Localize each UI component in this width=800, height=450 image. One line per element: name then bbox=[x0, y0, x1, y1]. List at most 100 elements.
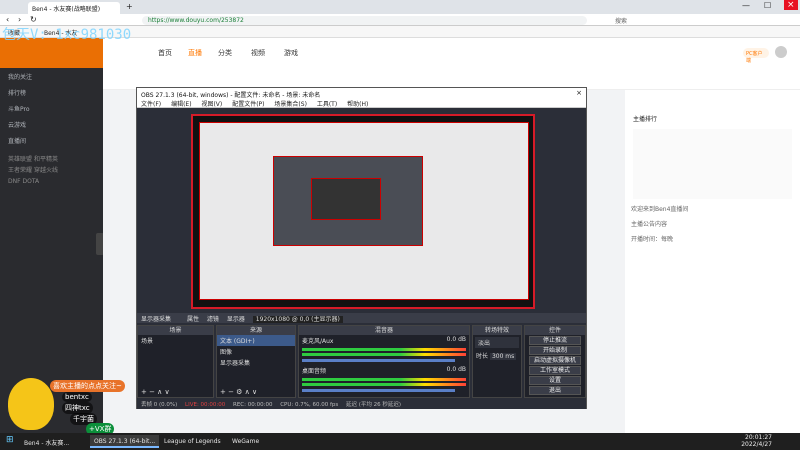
forward-icon[interactable]: › bbox=[18, 15, 21, 24]
virtual-camera-button[interactable]: 启动虚拟摄像机 bbox=[529, 356, 581, 365]
obs-menu-bar: 文件(F) 编辑(E) 视图(V) 配置文件(P) 场景集合(S) 工具(T) … bbox=[137, 98, 586, 108]
refresh-icon[interactable]: ↻ bbox=[30, 15, 37, 24]
pc-client-button[interactable]: PC客户端 bbox=[743, 48, 769, 64]
obs-close-icon[interactable]: × bbox=[576, 89, 582, 97]
duration-row: 时长 300 ms bbox=[473, 350, 521, 361]
mixer-channel: 麦克风/Aux 0.0 dB bbox=[299, 335, 469, 346]
close-icon[interactable]: × bbox=[784, 0, 798, 10]
channel-name: 桌面音频 bbox=[302, 368, 327, 375]
menu-profile[interactable]: 配置文件(P) bbox=[232, 101, 264, 108]
menu-file[interactable]: 文件(F) bbox=[141, 101, 161, 108]
menu-view[interactable]: 视图(V) bbox=[201, 101, 222, 108]
duration-label: 时长 bbox=[476, 353, 489, 360]
taskbar-item-lol[interactable]: League of Legends bbox=[160, 435, 225, 448]
menu-tools[interactable]: 工具(T) bbox=[317, 101, 337, 108]
start-recording-button[interactable]: 开始录制 bbox=[529, 346, 581, 355]
exit-button[interactable]: 退出 bbox=[529, 386, 581, 395]
volume-slider[interactable] bbox=[302, 359, 455, 362]
status-cpu: CPU: 0.7%, 60.00 fps bbox=[280, 402, 339, 408]
sources-dock-title: 来源 bbox=[217, 326, 295, 335]
nav-category[interactable]: 分类 bbox=[218, 48, 232, 58]
sidebar-item-rank[interactable]: 排行榜 bbox=[0, 84, 103, 100]
avatar[interactable] bbox=[775, 46, 787, 58]
filters-button[interactable]: 滤镜 bbox=[207, 316, 219, 323]
transitions-dock-title: 转场特效 bbox=[473, 326, 521, 335]
duration-input[interactable]: 300 ms bbox=[489, 353, 517, 360]
volume-meter bbox=[302, 378, 466, 381]
category-link[interactable]: 英雄联盟 bbox=[8, 156, 32, 163]
source-item[interactable]: 图像 bbox=[217, 346, 295, 357]
channel-db: 0.0 dB bbox=[446, 366, 466, 373]
sidebar-item-live[interactable]: 直播间 bbox=[0, 132, 103, 148]
taskbar-item-wegame[interactable]: WeGame bbox=[228, 435, 263, 448]
properties-button[interactable]: 属性 bbox=[187, 316, 199, 323]
minimize-icon[interactable]: — bbox=[742, 1, 750, 10]
obs-title: OBS 27.1.3 (64-bit, windows) - 配置文件: 未命名… bbox=[141, 92, 321, 99]
douyu-right-panel: 主播排行 欢迎来到Ben4直播间 主播公告内容 开播时间：每晚 bbox=[625, 90, 800, 433]
source-item[interactable]: 显示器采集 bbox=[217, 357, 295, 368]
channel-db: 0.0 dB bbox=[446, 336, 466, 343]
status-dropped: 丢帧 0 (0.0%) bbox=[141, 402, 178, 408]
nav-video[interactable]: 视频 bbox=[251, 48, 265, 58]
nav-game[interactable]: 游戏 bbox=[284, 48, 298, 58]
category-link[interactable]: DOTA bbox=[22, 178, 39, 185]
maximize-icon[interactable]: ☐ bbox=[764, 1, 771, 10]
status-live: LIVE: 00:00:00 bbox=[185, 402, 226, 408]
mixer-channel: 桌面音频 0.0 dB bbox=[299, 365, 469, 376]
obs-title-bar: OBS 27.1.3 (64-bit, windows) - 配置文件: 未命名… bbox=[137, 88, 586, 99]
back-icon[interactable]: ‹ bbox=[6, 15, 9, 24]
category-link[interactable]: 和平精英 bbox=[34, 156, 58, 163]
nav-home[interactable]: 首页 bbox=[158, 48, 172, 58]
controls-dock-title: 控件 bbox=[525, 326, 585, 335]
sidebar-item-follow[interactable]: 我的关注 bbox=[0, 68, 103, 84]
volume-meter bbox=[302, 348, 466, 351]
chat-line: 主播公告内容 bbox=[631, 221, 668, 228]
studio-mode-button[interactable]: 工作室模式 bbox=[529, 366, 581, 375]
douyu-sidebar: 我的关注 排行榜 斗鱼Pro 云游戏 直播间 英雄联盟 和平精英 王者荣耀 穿越… bbox=[0, 38, 104, 433]
volume-slider[interactable] bbox=[302, 389, 455, 392]
douyu-header: 首页 直播 分类 视频 游戏 PC客户端 bbox=[103, 38, 800, 68]
source-item[interactable]: 文本 (GDI+) bbox=[217, 335, 295, 346]
taskbar-clock[interactable]: 20:01:27 2022/4/27 bbox=[741, 434, 772, 448]
category-link[interactable]: 王者荣耀 bbox=[8, 167, 32, 174]
scene-item[interactable]: 场景 bbox=[138, 335, 213, 346]
taskbar-item-obs[interactable]: OBS 27.1.3 (64-bit... bbox=[90, 435, 160, 448]
menu-scene-collection[interactable]: 场景集合(S) bbox=[274, 101, 307, 108]
rank-header: 主播排行 bbox=[633, 116, 658, 123]
toolbar-source-name: 显示器采集 bbox=[141, 316, 172, 323]
add-source-button[interactable]: + − ⚙ ∧ ∨ bbox=[220, 388, 257, 396]
search-box[interactable]: 搜索 bbox=[615, 16, 627, 25]
volume-meter bbox=[302, 353, 466, 356]
add-scene-button[interactable]: + − ∧ ∨ bbox=[141, 388, 170, 396]
sources-dock: 来源 文本 (GDI+) 图像 显示器采集 + − ⚙ ∧ ∨ bbox=[216, 325, 296, 398]
scenes-dock: 场景 场景 + − ∧ ∨ bbox=[137, 325, 214, 398]
volume-meter bbox=[302, 383, 466, 386]
sidebar-item-cloudgame[interactable]: 云游戏 bbox=[0, 116, 103, 132]
windows-start-icon[interactable]: ⊞ bbox=[6, 435, 14, 445]
display-select[interactable]: 1920x1080 @ 0,0 (主显示器) bbox=[252, 316, 343, 323]
url-field[interactable]: https://www.douyu.com/253872 bbox=[142, 16, 587, 25]
browser-tab-bar: Ben4 - 水友赛(战略联盟) + — ☐ × bbox=[0, 0, 800, 14]
menu-help[interactable]: 帮助(H) bbox=[347, 101, 368, 108]
browser-tab[interactable]: Ben4 - 水友赛(战略联盟) bbox=[28, 2, 120, 14]
new-tab-icon[interactable]: + bbox=[126, 2, 133, 11]
status-rec: REC: 00:00:00 bbox=[233, 402, 273, 408]
tab-title: Ben4 - 水友赛(战略联盟) bbox=[32, 6, 101, 13]
category-link[interactable]: DNF bbox=[8, 178, 21, 185]
mixer-dock-title: 混音器 bbox=[299, 326, 469, 335]
overlay-social-1: bentxc bbox=[62, 392, 92, 402]
transitions-dock: 转场特效 淡出 时长 300 ms bbox=[472, 325, 522, 398]
windows-taskbar: ⊞ Ben4 - 水友赛... OBS 27.1.3 (64-bit... Le… bbox=[0, 433, 800, 450]
menu-edit[interactable]: 编辑(E) bbox=[171, 101, 191, 108]
overlay-follow-text: 喜欢主播的点点关注~ bbox=[50, 380, 125, 392]
obs-preview-canvas[interactable] bbox=[191, 114, 535, 309]
nav-live[interactable]: 直播 bbox=[188, 48, 202, 58]
transition-select[interactable]: 淡出 bbox=[475, 337, 519, 348]
stop-streaming-button[interactable]: 停止推流 bbox=[529, 336, 581, 345]
sidebar-item-pro[interactable]: 斗鱼Pro bbox=[0, 100, 103, 116]
taskbar-item-browser[interactable]: Ben4 - 水友赛... bbox=[20, 435, 73, 448]
streamer-overlay: 喜欢主播的点点关注~ bentxc 四神txc 千宇菌 +VX群 bbox=[0, 378, 140, 435]
category-link[interactable]: 穿越火线 bbox=[34, 167, 58, 174]
chat-line: 欢迎来到Ben4直播间 bbox=[631, 206, 689, 213]
settings-button[interactable]: 设置 bbox=[529, 376, 581, 385]
